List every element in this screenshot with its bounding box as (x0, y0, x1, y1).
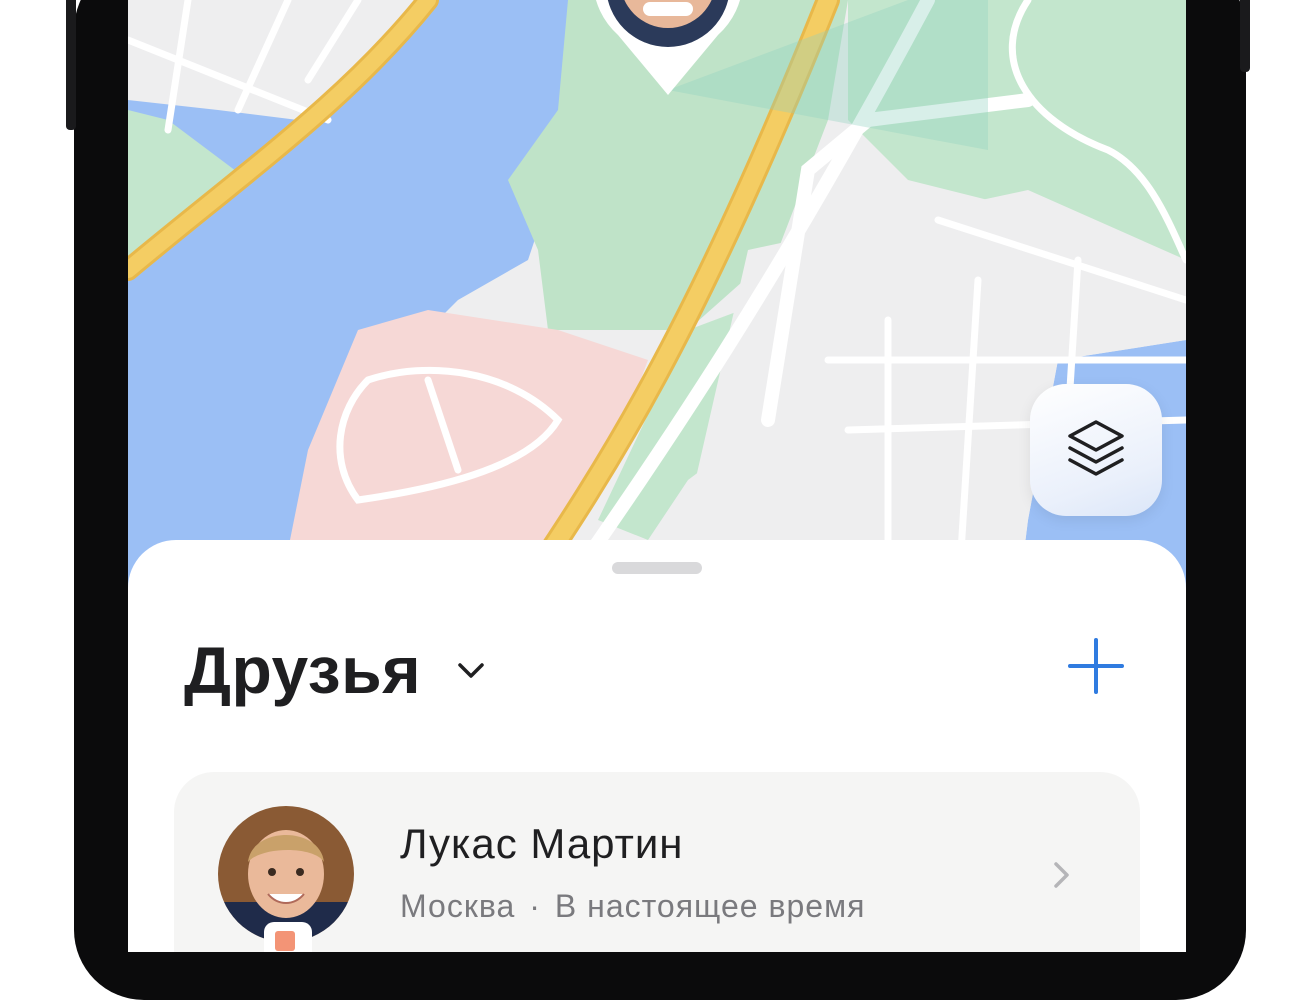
map-layers-button[interactable] (1030, 384, 1162, 516)
sheet-title: Друзья (184, 633, 422, 707)
separator-dot: · (529, 888, 541, 924)
plus-icon (1066, 638, 1126, 700)
chevron-down-icon (457, 662, 485, 685)
layers-icon (1066, 416, 1126, 485)
status-badge-dot (275, 931, 295, 951)
friends-dropdown[interactable]: Друзья (184, 632, 485, 708)
friends-bottom-sheet: Друзья Лукас Мартин Москва · В настоящее… (128, 540, 1186, 952)
friend-city: Москва (400, 888, 516, 924)
app-screen: Друзья Лукас Мартин Москва · В настоящее… (128, 0, 1186, 952)
friend-location-pin[interactable] (583, 0, 753, 100)
status-badge (264, 922, 312, 952)
add-friend-button[interactable] (1066, 636, 1126, 696)
chevron-right-icon (1052, 860, 1072, 895)
friend-list-item[interactable]: Лукас Мартин Москва · В настоящее время (174, 772, 1140, 952)
phone-side-button-left (66, 0, 76, 130)
friend-name: Лукас Мартин (400, 820, 684, 867)
friend-location-line: Москва · В настоящее время (400, 888, 865, 925)
phone-side-button-right (1240, 0, 1250, 72)
friend-status: В настоящее время (554, 888, 866, 924)
sheet-drag-handle[interactable] (612, 562, 702, 574)
